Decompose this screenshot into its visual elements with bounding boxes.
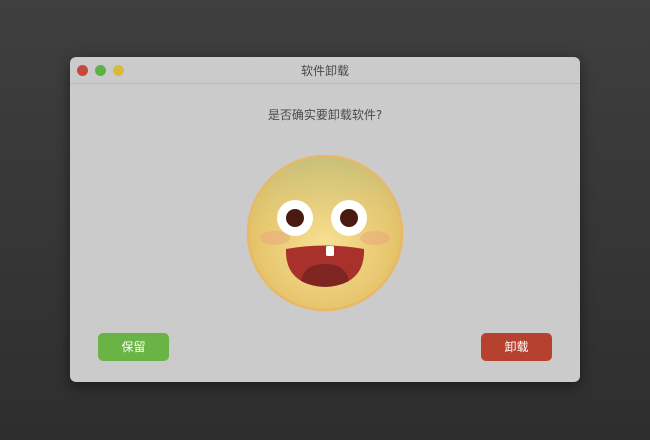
- window-title: 软件卸载: [300, 64, 349, 78]
- title-bar: 软件卸载: [70, 57, 580, 84]
- keep-button[interactable]: 保留: [98, 333, 169, 361]
- confirm-question: 是否确实要卸载软件?: [267, 108, 383, 122]
- right-cheek-blush: [360, 231, 390, 245]
- uninstall-dialog: 软件卸载 是否确实要卸载软件? 保留 卸载: [70, 57, 580, 382]
- left-pupil: [286, 209, 304, 227]
- uninstall-button[interactable]: 卸载: [481, 333, 552, 361]
- tooth: [326, 246, 334, 256]
- right-pupil: [340, 209, 358, 227]
- laughing-face-icon: [246, 154, 404, 312]
